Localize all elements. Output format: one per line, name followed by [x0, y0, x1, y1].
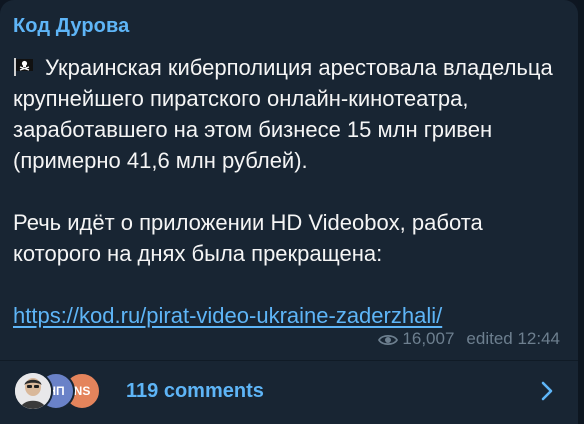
edited-time: edited 12:44 — [466, 329, 560, 348]
avatar — [13, 371, 53, 411]
pirate-flag-icon — [13, 54, 35, 76]
chat-background — [578, 0, 584, 424]
comments-button[interactable]: НП NS 119 comments — [0, 361, 578, 424]
message-paragraph-3: https://kod.ru/pirat-video-ukraine-zader… — [13, 300, 558, 331]
chevron-right-icon[interactable] — [540, 380, 554, 402]
message-text-2: Речь идёт о приложении HD Videobox, рабо… — [13, 210, 483, 266]
message-paragraph-1: Украинская киберполиция арестовала владе… — [13, 52, 558, 176]
eye-icon — [378, 332, 399, 346]
message-body: Украинская киберполиция арестовала владе… — [13, 52, 558, 331]
message-text-1: Украинская киберполиция арестовала владе… — [13, 55, 553, 173]
message-meta: 16,007 edited 12:44 — [378, 329, 560, 349]
commenter-avatars: НП NS — [13, 371, 113, 411]
comments-count[interactable]: 119 comments — [126, 380, 264, 403]
view-count: 16,007 — [402, 329, 455, 348]
article-link[interactable]: https://kod.ru/pirat-video-ukraine-zader… — [13, 303, 442, 328]
channel-post-card: Код Дурова Украинская киберполиция арест… — [0, 0, 578, 424]
channel-title[interactable]: Код Дурова — [13, 15, 129, 38]
message-paragraph-2: Речь идёт о приложении HD Videobox, рабо… — [13, 207, 558, 269]
